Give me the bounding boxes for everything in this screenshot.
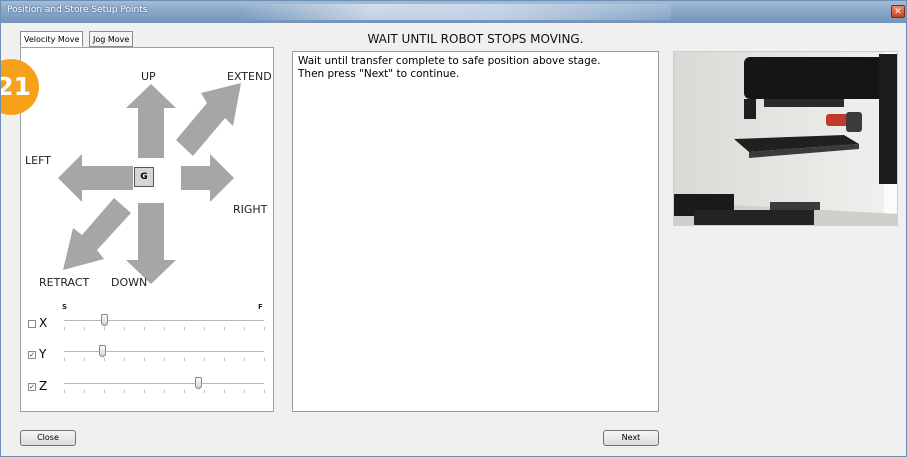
speed-slow-label: S xyxy=(62,303,68,311)
tab-jog-move[interactable]: Jog Move xyxy=(89,31,134,47)
slider-tick xyxy=(224,390,225,393)
slider-tick xyxy=(144,327,145,330)
slider-tick xyxy=(264,358,265,361)
arrow-retract-icon xyxy=(63,198,131,270)
joystick-left-label[interactable]: LEFT xyxy=(25,154,51,167)
slider-tick xyxy=(164,327,165,330)
arrow-down-icon xyxy=(126,203,176,284)
instruction-message-box: Wait until transfer complete to safe pos… xyxy=(292,51,659,412)
slider-tick xyxy=(164,358,165,361)
slider-tick xyxy=(84,358,85,361)
joystick-retract-label[interactable]: RETRACT xyxy=(39,276,89,289)
tab-velocity-move[interactable]: Velocity Move xyxy=(20,31,84,47)
slider-tick xyxy=(104,358,105,361)
axis-y-label: Y xyxy=(39,347,47,361)
window-close-icon[interactable]: ✕ xyxy=(891,5,905,18)
slider-tick xyxy=(184,390,185,393)
instruction-line-2: Then press "Next" to continue. xyxy=(298,68,460,80)
title-bar[interactable]: Position and Store Setup Points ✕ xyxy=(1,1,906,23)
axis-z-ticks xyxy=(64,390,265,394)
joystick-down-label[interactable]: DOWN xyxy=(111,276,147,289)
axis-x-speed-track[interactable] xyxy=(64,320,264,321)
slider-tick xyxy=(204,390,205,393)
slider-tick xyxy=(84,390,85,393)
arrow-up-icon xyxy=(126,84,176,158)
slider-tick xyxy=(184,358,185,361)
axis-y-speed-slider[interactable] xyxy=(99,345,106,357)
go-home-button[interactable]: G xyxy=(134,167,154,187)
slider-tick xyxy=(204,327,205,330)
close-button[interactable]: Close xyxy=(20,430,76,446)
slider-tick xyxy=(224,327,225,330)
slider-tick xyxy=(144,358,145,361)
axis-x-label: X xyxy=(39,316,48,330)
slider-tick xyxy=(124,327,125,330)
joystick-up-label[interactable]: UP xyxy=(141,70,156,83)
axis-x-speed-slider[interactable] xyxy=(101,314,108,326)
slider-tick xyxy=(84,327,85,330)
window-title: Position and Store Setup Points xyxy=(7,5,148,15)
slider-tick xyxy=(264,327,265,330)
instruction-line-1: Wait until transfer complete to safe pos… xyxy=(298,55,601,67)
axis-z-speed-slider[interactable] xyxy=(195,377,202,389)
slider-tick xyxy=(64,358,65,361)
arrow-left-icon xyxy=(58,154,133,202)
status-heading: WAIT UNTIL ROBOT STOPS MOVING. xyxy=(367,32,584,46)
axis-z-checkbox[interactable]: ✓ xyxy=(28,383,36,391)
joystick-right-label[interactable]: RIGHT xyxy=(233,203,267,216)
slider-tick xyxy=(204,358,205,361)
title-bar-glass xyxy=(241,4,671,20)
speed-fast-label: F xyxy=(258,303,263,311)
axis-y-checkbox[interactable]: ✓ xyxy=(28,351,36,359)
arrow-extend-icon xyxy=(176,83,241,156)
slider-tick xyxy=(124,390,125,393)
slider-tick xyxy=(264,390,265,393)
axis-x-checkbox[interactable] xyxy=(28,320,36,328)
slider-tick xyxy=(104,390,105,393)
slider-tick xyxy=(164,390,165,393)
arrow-right-icon xyxy=(181,154,234,202)
slider-tick xyxy=(104,327,105,330)
slider-tick xyxy=(244,390,245,393)
axis-x-ticks xyxy=(64,327,265,331)
axis-y-ticks xyxy=(64,358,265,362)
robot-stage-illustration xyxy=(674,52,897,225)
slider-tick xyxy=(124,358,125,361)
slider-tick xyxy=(224,358,225,361)
slider-tick xyxy=(144,390,145,393)
next-button[interactable]: Next xyxy=(603,430,659,446)
slider-tick xyxy=(184,327,185,330)
slider-tick xyxy=(244,327,245,330)
slider-tick xyxy=(64,327,65,330)
slider-tick xyxy=(64,390,65,393)
joystick-extend-label[interactable]: EXTEND xyxy=(227,70,272,83)
setup-points-window: Position and Store Setup Points ✕ Veloci… xyxy=(0,0,907,457)
slider-tick xyxy=(244,358,245,361)
axis-z-label: Z xyxy=(39,379,48,393)
axis-z-speed-track[interactable] xyxy=(64,383,264,384)
robot-stage-photo xyxy=(673,51,898,226)
axis-y-speed-track[interactable] xyxy=(64,351,264,352)
